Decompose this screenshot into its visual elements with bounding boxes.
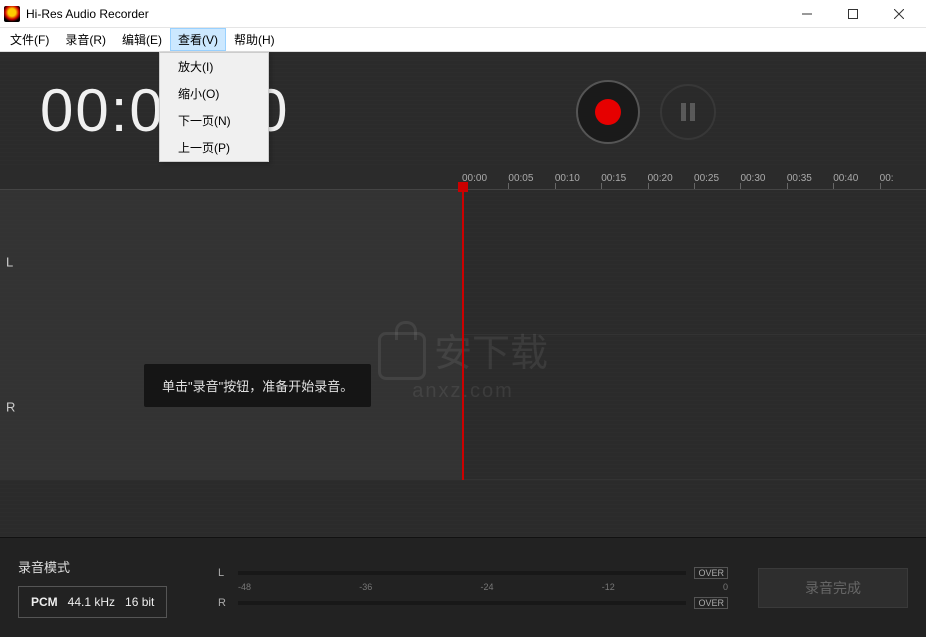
meter-label-right: R	[218, 597, 230, 609]
record-icon	[595, 99, 621, 125]
ruler-tick: 00:20	[648, 168, 694, 189]
menubar: 文件(F) 录音(R) 编辑(E) 查看(V) 帮助(H)	[0, 28, 926, 52]
codec-value: PCM	[31, 595, 58, 609]
ruler-tick: 00:00	[462, 168, 508, 189]
ruler-tick: 00:15	[601, 168, 647, 189]
hint-tooltip: 单击"录音"按钮，准备开始录音。	[144, 364, 371, 407]
waveform-area[interactable]: L R	[0, 190, 926, 480]
top-section: 00:00:00	[0, 52, 926, 168]
meter-bar-right	[238, 601, 686, 605]
ruler-tick: 00:	[880, 168, 926, 189]
level-meters: L OVER -48 -36 -24 -12 0 R OVER	[218, 564, 728, 612]
maximize-button[interactable]	[830, 0, 876, 28]
menu-prev-page[interactable]: 上一页(P)	[160, 134, 268, 161]
app-icon	[4, 6, 20, 22]
menu-zoom-out[interactable]: 缩小(O)	[160, 80, 268, 107]
app-body: 00:00:00 00:00 00:05 00:10 00:15 00:20 0…	[0, 52, 926, 637]
ruler-tick: 00:35	[787, 168, 833, 189]
channel-label-left: L	[6, 255, 13, 270]
meter-label-left: L	[218, 567, 230, 579]
ruler-tick: 00:40	[833, 168, 879, 189]
view-dropdown: 放大(I) 缩小(O) 下一页(N) 上一页(P)	[159, 52, 269, 162]
close-button[interactable]	[876, 0, 922, 28]
titlebar: Hi-Res Audio Recorder	[0, 0, 926, 28]
menu-file[interactable]: 文件(F)	[2, 28, 57, 51]
menu-edit[interactable]: 编辑(E)	[114, 28, 170, 51]
mode-selector[interactable]: PCM 44.1 kHz 16 bit	[18, 586, 167, 618]
ruler-tick: 00:05	[508, 168, 554, 189]
sample-rate-value: 44.1 kHz	[68, 595, 115, 609]
playhead-marker-icon	[458, 182, 468, 192]
window-title: Hi-Res Audio Recorder	[26, 7, 784, 21]
finish-recording-button[interactable]: 录音完成	[758, 568, 908, 608]
mode-label: 录音模式	[18, 557, 198, 576]
bit-depth-value: 16 bit	[125, 595, 154, 609]
record-controls	[576, 80, 716, 144]
menu-record[interactable]: 录音(R)	[57, 28, 114, 51]
minimize-button[interactable]	[784, 0, 830, 28]
menu-view[interactable]: 查看(V)	[170, 28, 226, 51]
window-controls	[784, 0, 922, 28]
record-mode-section: 录音模式 PCM 44.1 kHz 16 bit	[18, 557, 198, 618]
over-indicator-left: OVER	[694, 567, 728, 579]
over-indicator-right: OVER	[694, 597, 728, 609]
bottom-bar: 录音模式 PCM 44.1 kHz 16 bit L OVER -48 -36 …	[0, 537, 926, 637]
record-button[interactable]	[576, 80, 640, 144]
channel-label-right: R	[6, 400, 15, 415]
meter-scale: -48 -36 -24 -12 0	[218, 582, 728, 594]
pause-button[interactable]	[660, 84, 716, 140]
ruler-tick: 00:30	[740, 168, 786, 189]
menu-help[interactable]: 帮助(H)	[226, 28, 283, 51]
ruler-tick: 00:10	[555, 168, 601, 189]
menu-zoom-in[interactable]: 放大(I)	[160, 53, 268, 80]
ruler-tick: 00:25	[694, 168, 740, 189]
playhead[interactable]	[462, 190, 464, 480]
pause-icon	[681, 103, 695, 121]
meter-bar-left	[238, 571, 686, 575]
menu-next-page[interactable]: 下一页(N)	[160, 107, 268, 134]
